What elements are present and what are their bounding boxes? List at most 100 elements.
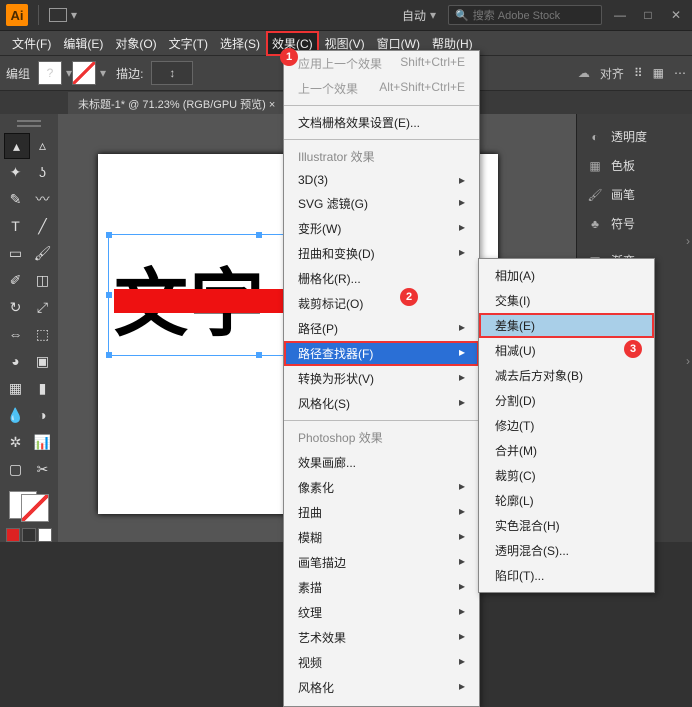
- panel-collapse-2[interactable]: ›: [686, 354, 690, 368]
- effect-path[interactable]: 路径(P): [284, 316, 479, 341]
- panel-swatches[interactable]: ▦色板: [577, 151, 692, 180]
- pen-tool[interactable]: ✎: [4, 187, 28, 211]
- selection-tool[interactable]: ▴: [4, 133, 30, 159]
- opacity-icon: ◐: [587, 129, 603, 145]
- effect-crop-marks[interactable]: 裁剪标记(O): [284, 291, 479, 316]
- apply-last-effect: 应用上一个效果Shift+Ctrl+E: [284, 51, 479, 76]
- minimize-button[interactable]: —: [610, 7, 630, 23]
- effect-3d[interactable]: 3D(3): [284, 169, 479, 191]
- workspace-chevron[interactable]: ▾: [71, 8, 77, 22]
- effect-sketch[interactable]: 素描: [284, 575, 479, 600]
- illustrator-effects-header: Illustrator 效果: [284, 144, 479, 169]
- artboard-tool[interactable]: ▢: [4, 457, 28, 481]
- menu-file[interactable]: 文件(F): [6, 31, 57, 56]
- effect-distort2[interactable]: 扭曲: [284, 500, 479, 525]
- swatches-icon: ▦: [587, 158, 603, 174]
- shape-builder-tool[interactable]: ◕: [4, 349, 28, 373]
- align-label[interactable]: 对齐: [600, 65, 624, 82]
- gradient-tool[interactable]: ▮: [31, 376, 55, 400]
- auto-label[interactable]: 自动: [402, 7, 426, 24]
- stock-search[interactable]: 🔍搜索 Adobe Stock: [448, 5, 602, 25]
- menu-select[interactable]: 选择(S): [214, 31, 266, 56]
- perspective-tool[interactable]: ▣: [31, 349, 55, 373]
- effect-svg-filters[interactable]: SVG 滤镜(G): [284, 191, 479, 216]
- paintbrush-tool[interactable]: 🖌: [31, 241, 55, 265]
- eyedropper-tool[interactable]: 💧: [4, 403, 28, 427]
- workspace-switcher[interactable]: [49, 8, 67, 22]
- blend-tool[interactable]: ◑: [31, 403, 55, 427]
- tab-close[interactable]: ×: [269, 99, 275, 111]
- free-transform-tool[interactable]: ⬚: [31, 322, 55, 346]
- symbol-sprayer-tool[interactable]: ✲: [4, 430, 28, 454]
- brushes-icon: 🖌: [587, 187, 603, 203]
- pf-merge[interactable]: 合并(M): [479, 438, 654, 463]
- magic-wand-tool[interactable]: ✦: [4, 160, 28, 184]
- stroke-weight[interactable]: ↕: [151, 61, 193, 85]
- panel-brushes[interactable]: 🖌画笔: [577, 180, 692, 209]
- width-tool[interactable]: ⇔: [4, 322, 28, 346]
- eraser-tool[interactable]: ◫: [31, 268, 55, 292]
- effect-texture[interactable]: 纹理: [284, 600, 479, 625]
- panel-collapse-1[interactable]: ›: [686, 234, 690, 248]
- pf-crop[interactable]: 裁剪(C): [479, 463, 654, 488]
- pf-minus-back[interactable]: 减去后方对象(B): [479, 363, 654, 388]
- pathfinder-submenu: 相加(A) 交集(I) 差集(E) 相减(U) 减去后方对象(B) 分割(D) …: [478, 258, 655, 593]
- slice-tool[interactable]: ✂: [31, 457, 55, 481]
- menu-type[interactable]: 文字(T): [163, 31, 214, 56]
- type-tool[interactable]: T: [4, 214, 28, 238]
- graph-tool[interactable]: 📊: [31, 430, 55, 454]
- rotate-tool[interactable]: ↻: [4, 295, 28, 319]
- lasso-tool[interactable]: ʖ: [31, 160, 55, 184]
- pf-add[interactable]: 相加(A): [479, 263, 654, 288]
- effect-warp[interactable]: 变形(W): [284, 216, 479, 241]
- mesh-tool[interactable]: ▦: [4, 376, 28, 400]
- pf-intersect[interactable]: 交集(I): [479, 288, 654, 313]
- pf-outline[interactable]: 轮廓(L): [479, 488, 654, 513]
- pf-trim[interactable]: 修边(T): [479, 413, 654, 438]
- pf-trap[interactable]: 陷印(T)...: [479, 563, 654, 588]
- title-bar: Ai ▾ 自动 ▾ 🔍搜索 Adobe Stock — □ ✕: [0, 0, 692, 31]
- more-icon[interactable]: ⋯: [674, 66, 686, 80]
- maximize-button[interactable]: □: [638, 7, 658, 23]
- effect-stylize2[interactable]: 风格化: [284, 675, 479, 700]
- effect-stylize[interactable]: 风格化(S): [284, 391, 479, 416]
- transform-icon[interactable]: ▦: [653, 66, 664, 80]
- effect-gallery[interactable]: 效果画廊...: [284, 450, 479, 475]
- annotation-3: 3: [624, 340, 642, 358]
- effect-pathfinder[interactable]: 路径查找器(F): [284, 341, 479, 366]
- effect-convert-shape[interactable]: 转换为形状(V): [284, 366, 479, 391]
- effect-blur[interactable]: 模糊: [284, 525, 479, 550]
- rectangle-tool[interactable]: ▭: [4, 241, 28, 265]
- curvature-tool[interactable]: 〰: [31, 187, 55, 211]
- pf-divide[interactable]: 分割(D): [479, 388, 654, 413]
- doc-raster-settings[interactable]: 文档栅格效果设置(E)...: [284, 110, 479, 135]
- photoshop-effects-header: Photoshop 效果: [284, 425, 479, 450]
- cloud-icon[interactable]: ☁: [578, 66, 590, 80]
- document-tab[interactable]: 未标题-1* @ 71.23% (RGB/GPU 预览) ×: [68, 92, 286, 116]
- effect-brush-strokes[interactable]: 画笔描边: [284, 550, 479, 575]
- close-button[interactable]: ✕: [666, 7, 686, 23]
- direct-selection-tool[interactable]: ▵: [31, 133, 55, 157]
- fill-stroke-control[interactable]: [9, 491, 49, 522]
- pf-hard-mix[interactable]: 实色混合(H): [479, 513, 654, 538]
- annotation-1: 1: [280, 48, 298, 66]
- scale-tool[interactable]: ⤢: [31, 295, 55, 319]
- shaper-tool[interactable]: ✐: [4, 268, 28, 292]
- toolbar-handle[interactable]: [17, 120, 41, 127]
- panel-symbols[interactable]: ♣符号: [577, 209, 692, 238]
- pf-exclude[interactable]: 差集(E): [479, 313, 654, 338]
- arrange-icon[interactable]: ⠿: [634, 66, 643, 80]
- menu-object[interactable]: 对象(O): [109, 31, 162, 56]
- effect-distort-transform[interactable]: 扭曲和变换(D): [284, 241, 479, 266]
- stroke-swatch[interactable]: [72, 61, 96, 85]
- fill-swatch[interactable]: ?: [38, 61, 62, 85]
- panel-opacity[interactable]: ◐透明度: [577, 122, 692, 151]
- toolbar: ▴ ▵ ✦ ʖ ✎ 〰 T ╱ ▭ 🖌 ✐ ◫ ↻ ⤢ ⇔ ⬚ ◕ ▣ ▦ ▮ …: [0, 114, 59, 542]
- effect-pixelate[interactable]: 像素化: [284, 475, 479, 500]
- effect-artistic[interactable]: 艺术效果: [284, 625, 479, 650]
- line-tool[interactable]: ╱: [31, 214, 55, 238]
- menu-edit[interactable]: 编辑(E): [57, 31, 109, 56]
- color-mode-switches[interactable]: [6, 528, 52, 542]
- effect-rasterize[interactable]: 栅格化(R)...: [284, 266, 479, 291]
- effect-video[interactable]: 视频: [284, 650, 479, 675]
